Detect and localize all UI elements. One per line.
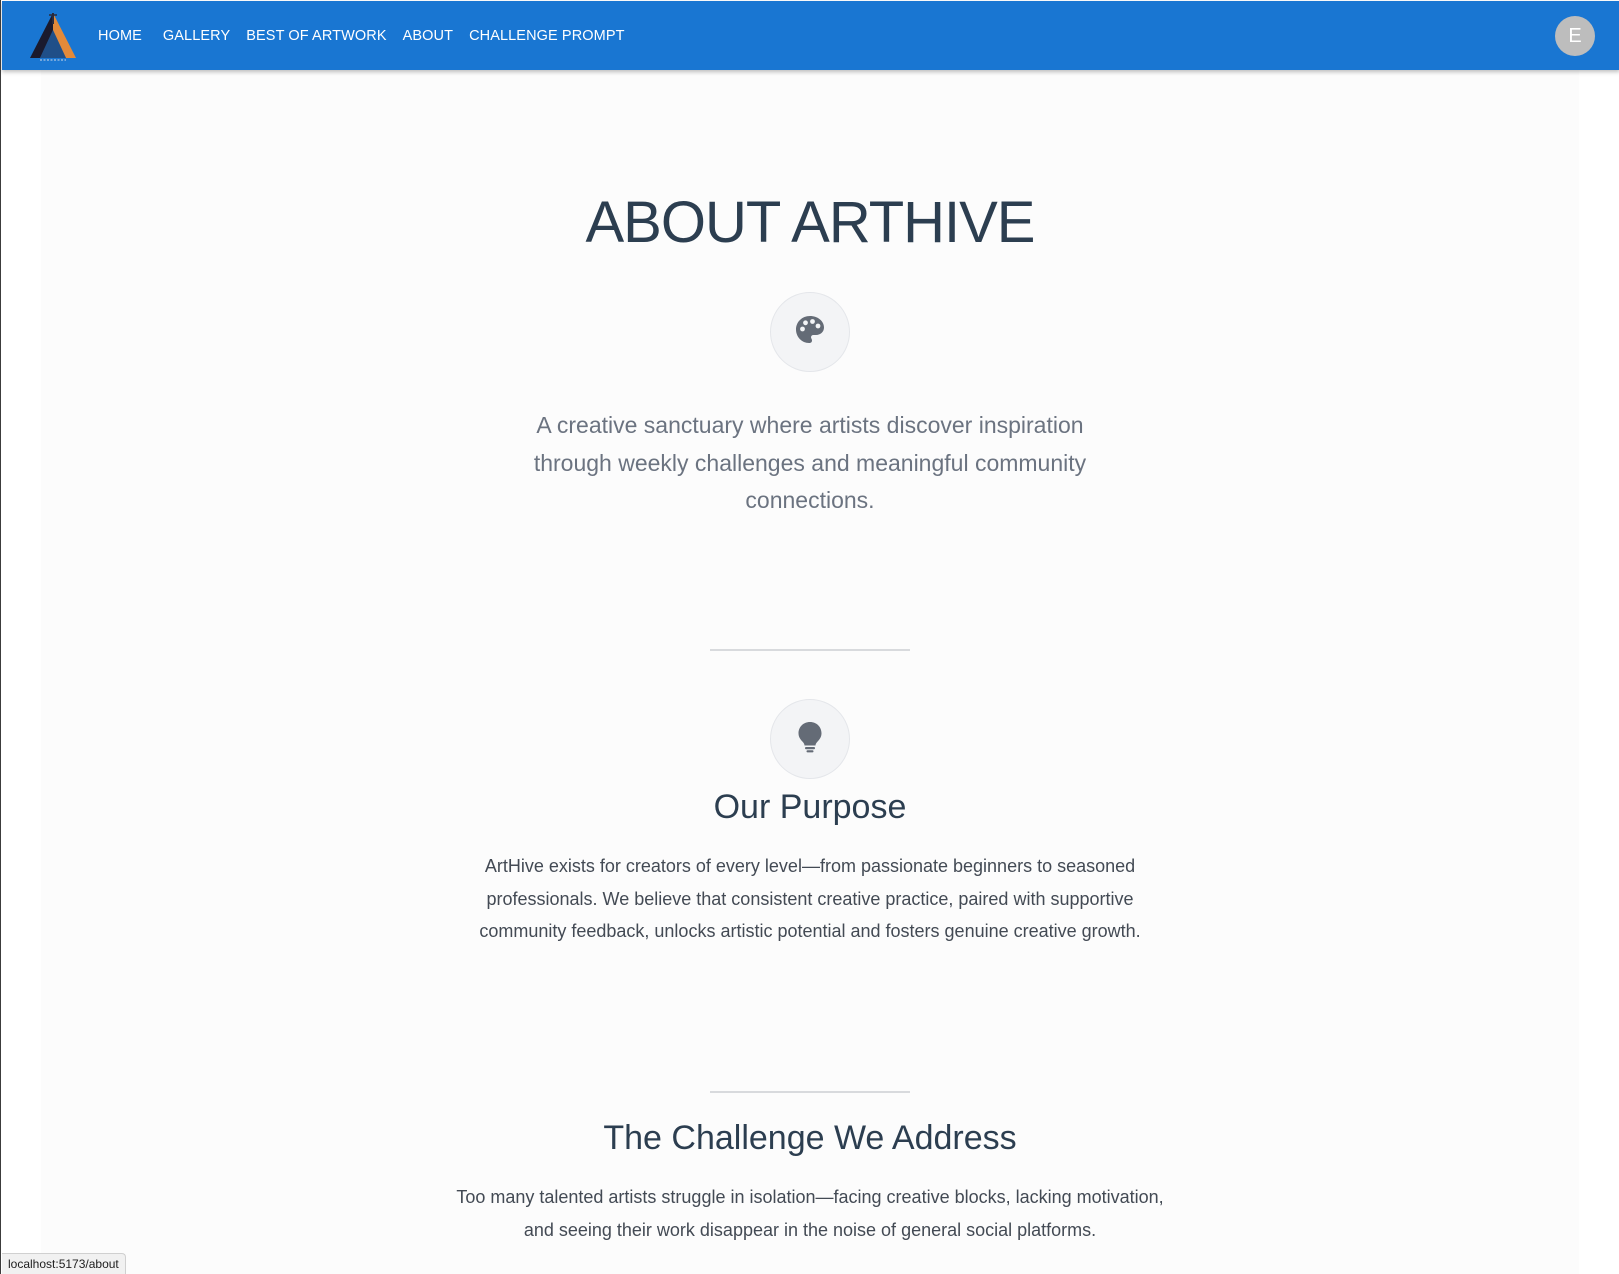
purpose-text: ArtHive exists for creators of every lev… xyxy=(479,856,1141,941)
purpose-heading: Our Purpose xyxy=(713,788,907,826)
purpose-icon-badge xyxy=(770,699,850,779)
page-title: ABOUT ARTHIVE xyxy=(585,190,1036,255)
arthive-logo[interactable] xyxy=(26,10,80,62)
hero-icon-badge xyxy=(770,292,850,372)
about-page-content: ABOUT ARTHIVE A creative sanctuary where… xyxy=(41,70,1579,1274)
palette-icon xyxy=(794,314,826,351)
user-avatar[interactable]: E xyxy=(1555,16,1595,56)
top-navbar: HOME GALLERY BEST OF ARTWORK ABOUT CHALL… xyxy=(2,1,1619,70)
challenge-text: Too many talented artists struggle in is… xyxy=(456,1187,1164,1240)
section-divider xyxy=(710,649,910,651)
nav-link-gallery[interactable]: GALLERY xyxy=(163,28,230,44)
nav-link-best-of-artwork[interactable]: BEST OF ARTWORK xyxy=(246,28,386,44)
challenge-heading: The Challenge We Address xyxy=(603,1119,1017,1157)
nav-link-home[interactable]: HOME xyxy=(98,28,142,44)
nav-link-about[interactable]: ABOUT xyxy=(403,28,453,44)
section-divider xyxy=(710,1091,910,1093)
nav-links: HOME GALLERY BEST OF ARTWORK ABOUT CHALL… xyxy=(98,1,641,70)
hero-tagline: A creative sanctuary where artists disco… xyxy=(533,412,1087,513)
browser-status-url: localhost:5173/about xyxy=(2,1253,126,1274)
browser-viewport: HOME GALLERY BEST OF ARTWORK ABOUT CHALL… xyxy=(0,0,1619,1274)
nav-link-challenge-prompt[interactable]: CHALLENGE PROMPT xyxy=(469,28,625,44)
lightbulb-icon xyxy=(797,721,823,758)
